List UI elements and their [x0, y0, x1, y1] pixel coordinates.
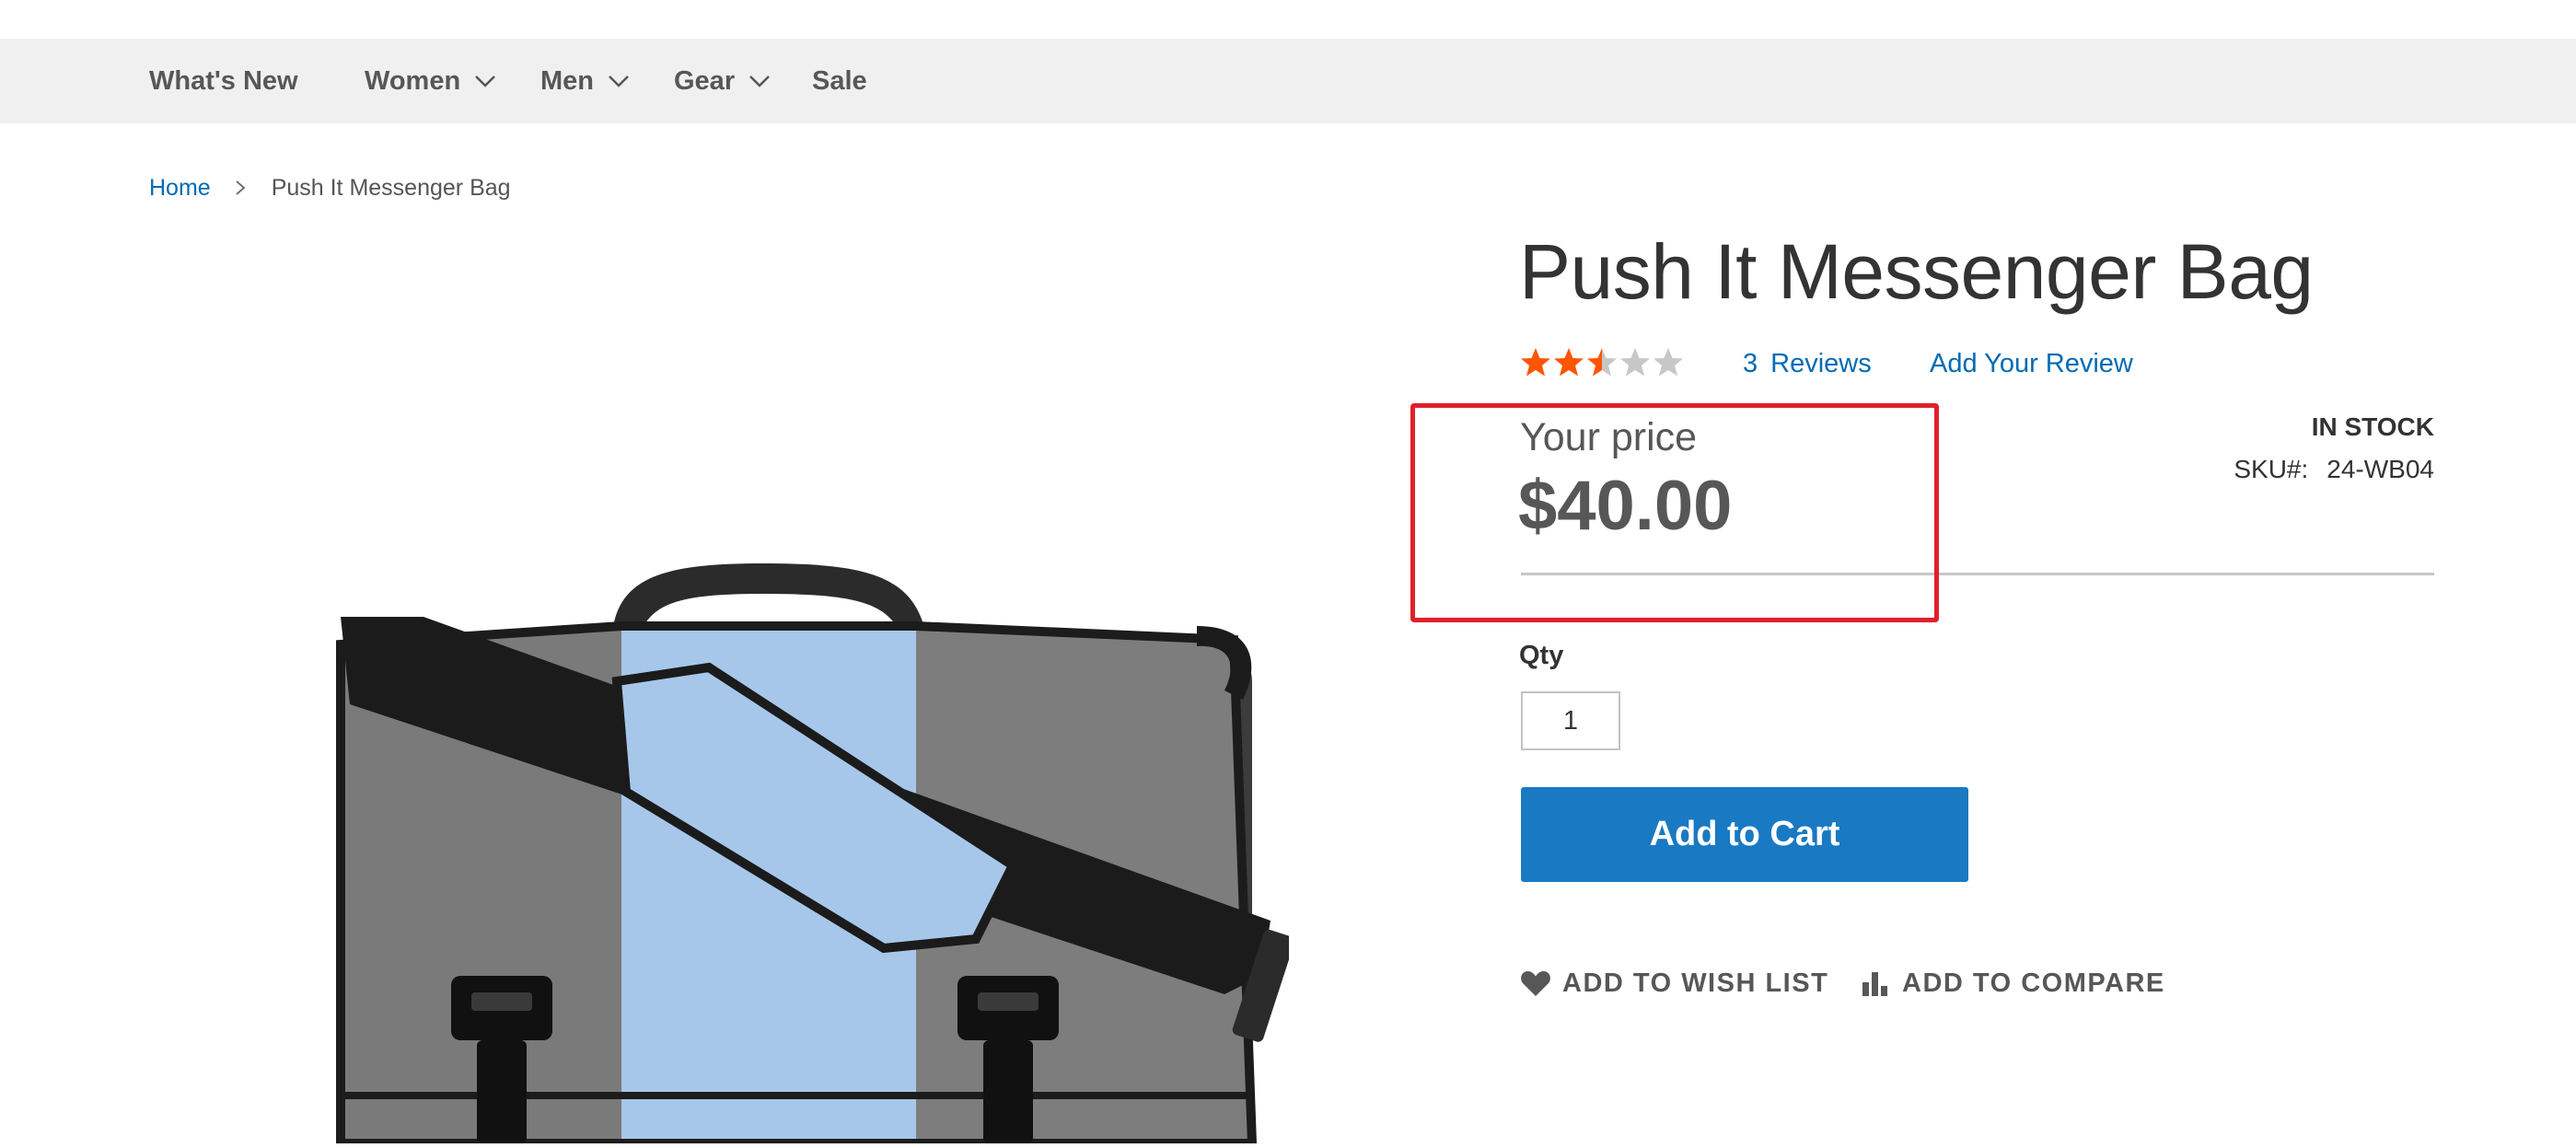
nav-item-men[interactable]: Men — [540, 39, 631, 123]
chevron-down-icon — [607, 69, 631, 93]
sku-label: SKU#: — [2234, 455, 2309, 483]
product-price: $40.00 — [1518, 467, 1733, 545]
add-to-compare-label: ADD TO COMPARE — [1902, 968, 2165, 998]
product-image[interactable] — [313, 543, 1295, 1148]
nav-item-sale[interactable]: Sale — [812, 39, 867, 123]
top-navigation: What's New Women Men Gear Sale — [0, 39, 2576, 123]
add-to-compare-link[interactable]: ADD TO COMPARE — [1860, 961, 2165, 1005]
breadcrumb-home-link[interactable]: Home — [149, 175, 211, 202]
product-title: Push It Messenger Bag — [1519, 228, 2314, 315]
heart-icon — [1520, 969, 1551, 997]
add-to-wishlist-label: ADD TO WISH LIST — [1562, 968, 1829, 998]
qty-input[interactable] — [1521, 691, 1620, 750]
nav-item-label: Gear — [674, 65, 736, 96]
add-to-wishlist-link[interactable]: ADD TO WISH LIST — [1520, 961, 1828, 1005]
bar-chart-icon — [1860, 969, 1891, 997]
product-rating — [1519, 345, 1685, 382]
star-rating-icon — [1521, 348, 1683, 377]
breadcrumb-current: Push It Messenger Bag — [271, 174, 511, 201]
chevron-right-icon — [235, 180, 246, 196]
qty-label: Qty — [1519, 641, 1564, 670]
messenger-bag-image — [336, 563, 1295, 1148]
sku-value: 24-WB04 — [2327, 455, 2434, 483]
stock-status: IN STOCK — [2311, 412, 2434, 441]
nav-item-label: Men — [540, 65, 594, 96]
nav-item-whats-new[interactable]: What's New — [149, 39, 298, 123]
reviews-link[interactable]: 3 Reviews — [1743, 345, 1872, 382]
reviews-label: Reviews — [1770, 348, 1872, 378]
nav-item-label: What's New — [149, 65, 298, 96]
price-divider — [1521, 573, 2434, 575]
breadcrumb: Home Push It Messenger Bag — [149, 169, 511, 206]
add-review-link[interactable]: Add Your Review — [1930, 345, 2133, 382]
product-sku: SKU#: 24-WB04 — [2234, 455, 2434, 484]
price-label: Your price — [1520, 415, 1698, 459]
nav-item-women[interactable]: Women — [365, 39, 497, 123]
chevron-down-icon — [748, 69, 772, 93]
nav-item-gear[interactable]: Gear — [674, 39, 772, 123]
nav-item-label: Women — [365, 65, 461, 96]
rating-stars — [1519, 345, 1685, 382]
nav-item-label: Sale — [812, 65, 867, 96]
add-to-cart-button[interactable]: Add to Cart — [1521, 787, 1968, 882]
reviews-count: 3 — [1743, 348, 1758, 378]
chevron-down-icon — [473, 69, 497, 93]
